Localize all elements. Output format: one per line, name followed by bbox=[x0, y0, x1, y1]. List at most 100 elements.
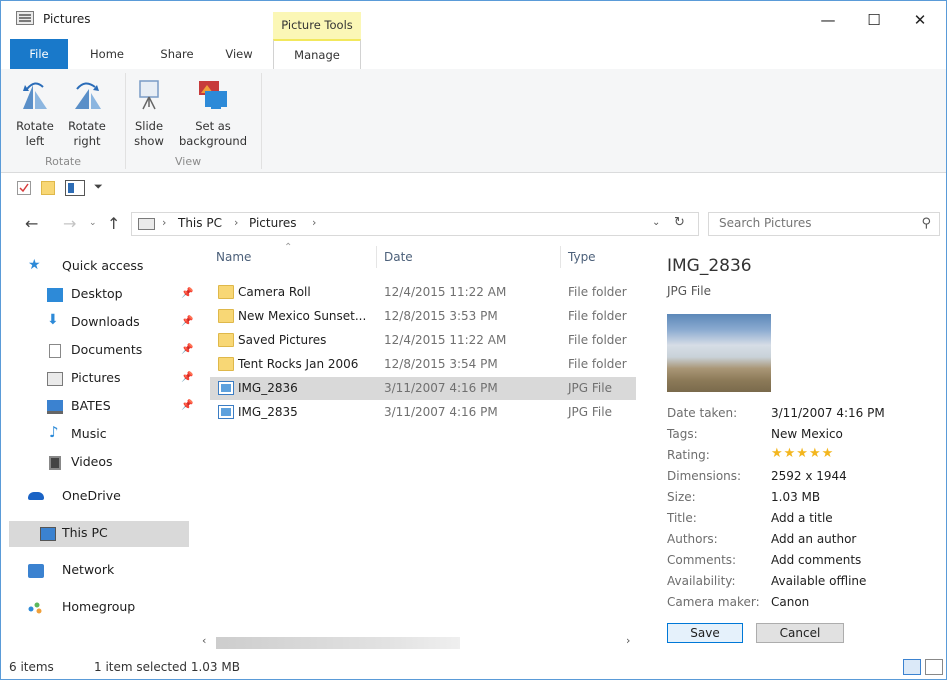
sidebar-item-homegroup[interactable]: Homegroup bbox=[13, 595, 187, 621]
breadcrumb-pictures[interactable]: Pictures bbox=[249, 216, 297, 230]
list-item[interactable]: Camera Roll 12/4/2015 11:22 AM File fold… bbox=[210, 281, 636, 304]
scroll-right-icon[interactable]: › bbox=[626, 634, 630, 647]
slide-show-line2: show bbox=[134, 134, 164, 148]
recent-locations-icon[interactable]: ⌄ bbox=[89, 218, 97, 228]
list-item[interactable]: Saved Pictures 12/4/2015 11:22 AM File f… bbox=[210, 329, 636, 352]
breadcrumb-separator: › bbox=[162, 216, 167, 229]
downloads-icon: ⬇ bbox=[47, 312, 59, 328]
list-item[interactable]: IMG_2835 3/11/2007 4:16 PM JPG File bbox=[210, 401, 636, 424]
set-as-background-button[interactable]: Set as background bbox=[175, 77, 251, 149]
large-icons-view-icon[interactable] bbox=[925, 659, 943, 675]
tab-home[interactable]: Home bbox=[81, 39, 133, 69]
property-tags[interactable]: New Mexico bbox=[771, 427, 843, 441]
file-type: File folder bbox=[568, 333, 627, 347]
minimize-button[interactable]: — bbox=[805, 1, 851, 39]
sidebar-item-label: Documents bbox=[71, 342, 143, 357]
sidebar-item-label: OneDrive bbox=[62, 488, 121, 503]
search-input[interactable] bbox=[719, 216, 909, 230]
tab-file[interactable]: File bbox=[10, 39, 68, 69]
new-folder-icon[interactable] bbox=[41, 181, 55, 195]
pin-icon[interactable]: 📌 bbox=[181, 288, 193, 299]
sidebar-item-label: Downloads bbox=[71, 314, 140, 329]
folder-icon bbox=[218, 309, 234, 323]
refresh-icon[interactable]: ↻ bbox=[674, 215, 685, 230]
property-label: Comments: bbox=[667, 553, 737, 567]
pin-icon[interactable]: 📌 bbox=[181, 372, 193, 383]
sidebar-item-pictures[interactable]: Pictures 📌 bbox=[13, 366, 193, 392]
image-thumbnail bbox=[667, 314, 771, 392]
search-box[interactable]: ⚲ bbox=[708, 212, 940, 236]
scrollbar-thumb[interactable] bbox=[216, 637, 460, 649]
cancel-button[interactable]: Cancel bbox=[756, 623, 844, 643]
up-button[interactable]: ↑ bbox=[107, 214, 120, 233]
sidebar-item-downloads[interactable]: ⬇ Downloads 📌 bbox=[13, 310, 193, 336]
sidebar-item-network[interactable]: Network bbox=[13, 558, 187, 584]
breadcrumb-this-pc[interactable]: This PC bbox=[178, 216, 222, 230]
file-name: IMG_2836 bbox=[238, 381, 298, 395]
slide-show-button[interactable]: Slide show bbox=[129, 77, 169, 149]
property-label: Title: bbox=[667, 511, 697, 525]
desktop-icon bbox=[47, 288, 63, 302]
scroll-left-icon[interactable]: ‹ bbox=[202, 634, 206, 647]
details-view-icon[interactable] bbox=[903, 659, 921, 675]
property-availability: Available offline bbox=[771, 574, 867, 588]
properties-icon[interactable] bbox=[17, 181, 31, 195]
navigation-bar: ← → ⌄ ↑ › This PC › Pictures › ⌄ ↻ ⚲ bbox=[1, 204, 946, 242]
tab-manage[interactable]: Manage bbox=[273, 39, 361, 69]
column-header-name[interactable]: Name bbox=[216, 250, 251, 264]
save-button[interactable]: Save bbox=[667, 623, 743, 643]
horizontal-scrollbar[interactable]: ‹ › bbox=[196, 634, 646, 652]
rotate-right-button[interactable]: Rotate right bbox=[65, 77, 109, 149]
layout-pane-icon[interactable] bbox=[65, 180, 85, 196]
sidebar-item-documents[interactable]: Documents 📌 bbox=[13, 338, 193, 364]
list-item[interactable]: New Mexico Sunset... 12/8/2015 3:53 PM F… bbox=[210, 305, 636, 328]
sidebar-item-desktop[interactable]: Desktop 📌 bbox=[13, 282, 193, 308]
forward-button[interactable]: → bbox=[63, 214, 76, 233]
sidebar-item-videos[interactable]: Videos bbox=[13, 450, 187, 476]
sidebar-item-quick-access[interactable]: ★ Quick access bbox=[13, 254, 187, 280]
search-icon[interactable]: ⚲ bbox=[921, 216, 931, 231]
ribbon-panel: Rotate left Rotate right Rotate Slide sh… bbox=[1, 69, 946, 173]
address-dropdown-icon[interactable]: ⌄ bbox=[652, 217, 660, 228]
navigation-pane: ★ Quick access Desktop 📌 ⬇ Downloads 📌 D… bbox=[1, 242, 196, 655]
rotate-left-line1: Rotate bbox=[16, 119, 54, 133]
property-authors[interactable]: Add an author bbox=[771, 532, 856, 546]
rotate-left-button[interactable]: Rotate left bbox=[15, 77, 55, 149]
music-icon: ♪ bbox=[49, 423, 59, 441]
breadcrumb-separator[interactable]: › bbox=[234, 216, 238, 229]
property-label: Camera maker: bbox=[667, 595, 760, 609]
property-camera-maker[interactable]: Canon bbox=[771, 595, 809, 609]
list-item[interactable]: Tent Rocks Jan 2006 12/8/2015 3:54 PM Fi… bbox=[210, 353, 636, 376]
tab-view[interactable]: View bbox=[217, 39, 261, 69]
pin-icon[interactable]: 📌 bbox=[181, 316, 193, 327]
column-separator[interactable] bbox=[560, 246, 561, 268]
list-item-selected[interactable]: IMG_2836 3/11/2007 4:16 PM JPG File bbox=[210, 377, 636, 400]
property-label: Dimensions: bbox=[667, 469, 742, 483]
column-header-type[interactable]: Type bbox=[568, 250, 596, 264]
breadcrumb-separator[interactable]: › bbox=[312, 216, 316, 229]
file-type: File folder bbox=[568, 309, 627, 323]
sidebar-item-music[interactable]: ♪ Music bbox=[13, 422, 187, 448]
customize-toolbar-icon[interactable]: ⏷ bbox=[94, 180, 103, 194]
network-icon bbox=[28, 564, 44, 578]
file-type: JPG File bbox=[568, 405, 612, 419]
property-comments[interactable]: Add comments bbox=[771, 553, 861, 567]
back-button[interactable]: ← bbox=[25, 214, 38, 233]
rating-stars[interactable]: ★★★★★ bbox=[771, 446, 834, 461]
sidebar-item-bates[interactable]: BATES 📌 bbox=[13, 394, 193, 420]
pin-icon[interactable]: 📌 bbox=[181, 344, 193, 355]
title-bar: Pictures Picture Tools — ☐ ✕ bbox=[1, 1, 946, 39]
videos-icon bbox=[49, 456, 61, 470]
sidebar-item-onedrive[interactable]: OneDrive bbox=[13, 484, 187, 510]
property-label: Authors: bbox=[667, 532, 718, 546]
pin-icon[interactable]: 📌 bbox=[181, 400, 193, 411]
close-button[interactable]: ✕ bbox=[897, 1, 943, 39]
tab-share[interactable]: Share bbox=[152, 39, 202, 69]
property-title[interactable]: Add a title bbox=[771, 511, 833, 525]
column-separator[interactable] bbox=[376, 246, 377, 268]
maximize-button[interactable]: ☐ bbox=[851, 1, 897, 39]
sidebar-item-this-pc[interactable]: This PC bbox=[9, 521, 189, 547]
window-app-icon[interactable] bbox=[16, 11, 34, 25]
address-bar[interactable]: › This PC › Pictures › ⌄ ↻ bbox=[131, 212, 699, 236]
column-header-date[interactable]: Date bbox=[384, 250, 413, 264]
